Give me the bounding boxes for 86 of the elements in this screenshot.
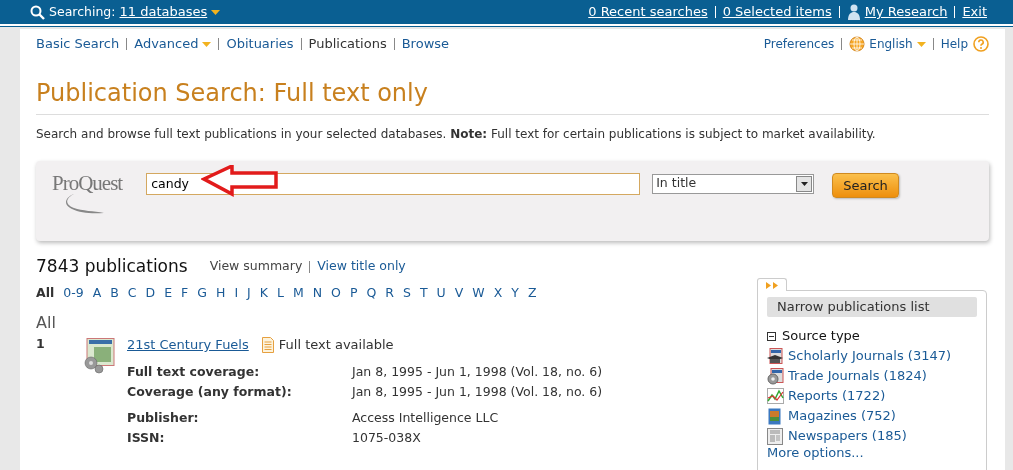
field-value: Jan 8, 1995 - Jun 1, 1998 (Vol. 18, no. 6)	[352, 383, 603, 401]
letter-link[interactable]: H	[216, 284, 226, 304]
filter-link[interactable]: Reports (1722)	[788, 387, 886, 405]
letter-link[interactable]: Q	[366, 284, 377, 304]
double-arrow-icon	[766, 281, 778, 289]
field-label: ISSN:	[127, 430, 166, 447]
filter-link[interactable]: Newspapers (185)	[788, 427, 907, 445]
document-icon	[261, 336, 274, 353]
filter-link[interactable]: Magazines (752)	[788, 407, 896, 425]
letter-link[interactable]: V	[454, 284, 464, 304]
letter-link[interactable]: N	[312, 284, 323, 304]
gear-icon	[767, 367, 784, 385]
letter-link[interactable]: J	[247, 284, 251, 304]
view-link[interactable]: View summary	[209, 257, 303, 276]
result-number: 1	[36, 335, 46, 354]
searching-label: Searching:	[49, 2, 116, 21]
full-text-label: Full text available	[278, 336, 394, 355]
nav-link-item[interactable]: Help	[940, 35, 968, 53]
letter-link[interactable]: F	[181, 284, 189, 304]
letter-link[interactable]: X	[493, 284, 503, 304]
top-link[interactable]: My Research	[864, 2, 948, 22]
letter-link[interactable]: E	[164, 284, 173, 304]
letter-link[interactable]: A	[92, 284, 102, 304]
sidebar-header: Narrow publications list	[767, 297, 977, 318]
nav-tab[interactable]: Basic Search	[36, 34, 120, 54]
letter-link[interactable]: C	[127, 284, 137, 304]
dropdown-arrow-icon	[800, 181, 808, 186]
globe-icon	[849, 36, 866, 52]
letter-link[interactable]: G	[197, 284, 207, 304]
help-icon	[973, 36, 989, 52]
search-icon	[30, 4, 45, 20]
section-heading: All	[36, 312, 56, 335]
letter-link[interactable]: R	[385, 284, 394, 304]
letter-link[interactable]: P	[349, 284, 358, 304]
filter-link[interactable]: Trade Journals (1824)	[788, 367, 927, 385]
nav-tab[interactable]: Advanced	[134, 34, 199, 54]
nav-tab[interactable]: Publications	[308, 34, 387, 54]
field-value: 1075-038X	[352, 430, 421, 447]
letter-link[interactable]: O	[331, 284, 341, 304]
top-link[interactable]: Exit	[962, 2, 987, 22]
letter-link[interactable]: U	[436, 284, 446, 304]
letter-link[interactable]: W	[472, 284, 485, 304]
publication-title-link[interactable]: 21st Century Fuels	[127, 335, 249, 355]
logo-text: ProQuest	[52, 172, 123, 194]
letter-link[interactable]: L	[276, 284, 284, 304]
filter-link[interactable]: Scholarly Journals (3147)	[788, 347, 952, 365]
top-link[interactable]: 0 Selected items	[722, 2, 832, 22]
more-options-link[interactable]: More options...	[767, 444, 864, 461]
letter-link[interactable]: Z	[527, 284, 537, 304]
databases-link[interactable]: 11 databases	[119, 2, 208, 22]
letter-link[interactable]: K	[259, 284, 268, 304]
letter-link[interactable]: D	[145, 284, 156, 304]
field-label: Publisher:	[127, 410, 200, 427]
line-chart-icon	[767, 387, 784, 405]
description: Search and browse full text publications in your selected databases. Note: Full text for certain publications is subject to market availability.	[36, 125, 877, 143]
person-icon	[846, 4, 861, 20]
view-link[interactable]: View title only	[317, 257, 406, 276]
nav-link-item[interactable]: Preferences	[763, 35, 835, 53]
results-count: 7843 publications	[36, 254, 188, 278]
publication-icon	[82, 338, 116, 375]
page-title: Publication Search: Full text only	[36, 79, 989, 115]
nav-tab[interactable]: Obituaries	[226, 34, 294, 54]
letter-link[interactable]: T	[419, 284, 428, 304]
collapse-icon[interactable]	[767, 331, 776, 341]
nav-tab[interactable]: Browse	[401, 34, 450, 54]
letter-link[interactable]: I	[234, 284, 239, 304]
group-label: Source type	[782, 328, 860, 345]
letter-link[interactable]: B	[110, 284, 119, 304]
field-value: Jan 8, 1995 - Jun 1, 1998 (Vol. 18, no. 6)	[352, 363, 603, 380]
letter-link[interactable]: Y	[511, 284, 519, 304]
scope-select[interactable]: In title	[652, 173, 815, 194]
caret-icon	[916, 40, 926, 48]
letter-link[interactable]: 0-9	[63, 284, 84, 304]
letter-link[interactable]: S	[403, 284, 411, 304]
field-value: Access Intelligence LLC	[352, 410, 499, 427]
field-label: Full text coverage:	[127, 363, 261, 380]
field-label: Coverage (any format):	[127, 383, 293, 401]
newspaper-icon	[767, 427, 784, 445]
search-button[interactable]: Search	[832, 172, 899, 199]
letter-link[interactable]: M	[292, 284, 304, 304]
graduation-cap-icon	[767, 347, 784, 365]
nav-link-item[interactable]: English	[869, 35, 913, 53]
magazine-icon	[767, 407, 784, 425]
top-link[interactable]: 0 Recent searches	[588, 2, 708, 22]
letter-link[interactable]: All	[36, 284, 55, 304]
caret-icon	[211, 8, 221, 16]
